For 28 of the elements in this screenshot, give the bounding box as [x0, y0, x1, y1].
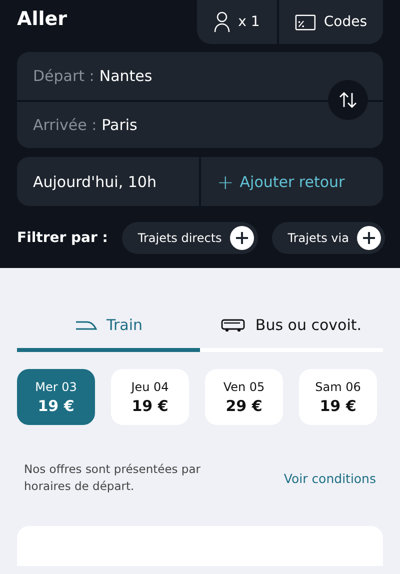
filter-label: Filtrer par :	[17, 230, 108, 246]
person-icon	[214, 11, 230, 33]
departure-field[interactable]: Nantes	[99, 67, 152, 85]
bus-icon	[221, 318, 246, 332]
swap-arrows-icon	[338, 92, 358, 108]
day-price-button[interactable]: Ven 05 29 €	[205, 369, 283, 425]
day-price-button[interactable]: Mer 03 19 €	[17, 369, 95, 425]
passengers-button[interactable]: x 1	[197, 0, 277, 44]
discount-card-icon	[295, 14, 316, 30]
day-price-button[interactable]: Jeu 04 19 €	[111, 369, 189, 425]
notice-text: Nos offres sont présentées par horaires de départ.	[24, 461, 202, 496]
filter-chip[interactable]: Trajets via	[272, 222, 385, 254]
codes-button[interactable]: Codes	[279, 0, 383, 44]
swap-button[interactable]	[328, 80, 368, 120]
plus-icon	[356, 226, 381, 250]
date-button[interactable]: Aujourd'hui, 10h	[17, 157, 199, 206]
transport-tab[interactable]: Train	[17, 310, 200, 352]
train-icon	[74, 319, 96, 331]
page-title: Aller	[17, 8, 67, 30]
day-price-button[interactable]: Sam 06 19 €	[299, 369, 377, 425]
conditions-link[interactable]: Voir conditions	[284, 470, 376, 486]
filter-chip[interactable]: Trajets directs	[122, 222, 258, 254]
add-return-button[interactable]: + Ajouter retour	[201, 157, 383, 206]
plus-icon	[230, 226, 254, 250]
arrival-field[interactable]: Paris	[102, 116, 138, 134]
arrival-label: Arrivée :	[33, 116, 97, 134]
transport-tab[interactable]: Bus ou covoit.	[200, 310, 383, 352]
departure-label: Départ :	[33, 67, 94, 85]
